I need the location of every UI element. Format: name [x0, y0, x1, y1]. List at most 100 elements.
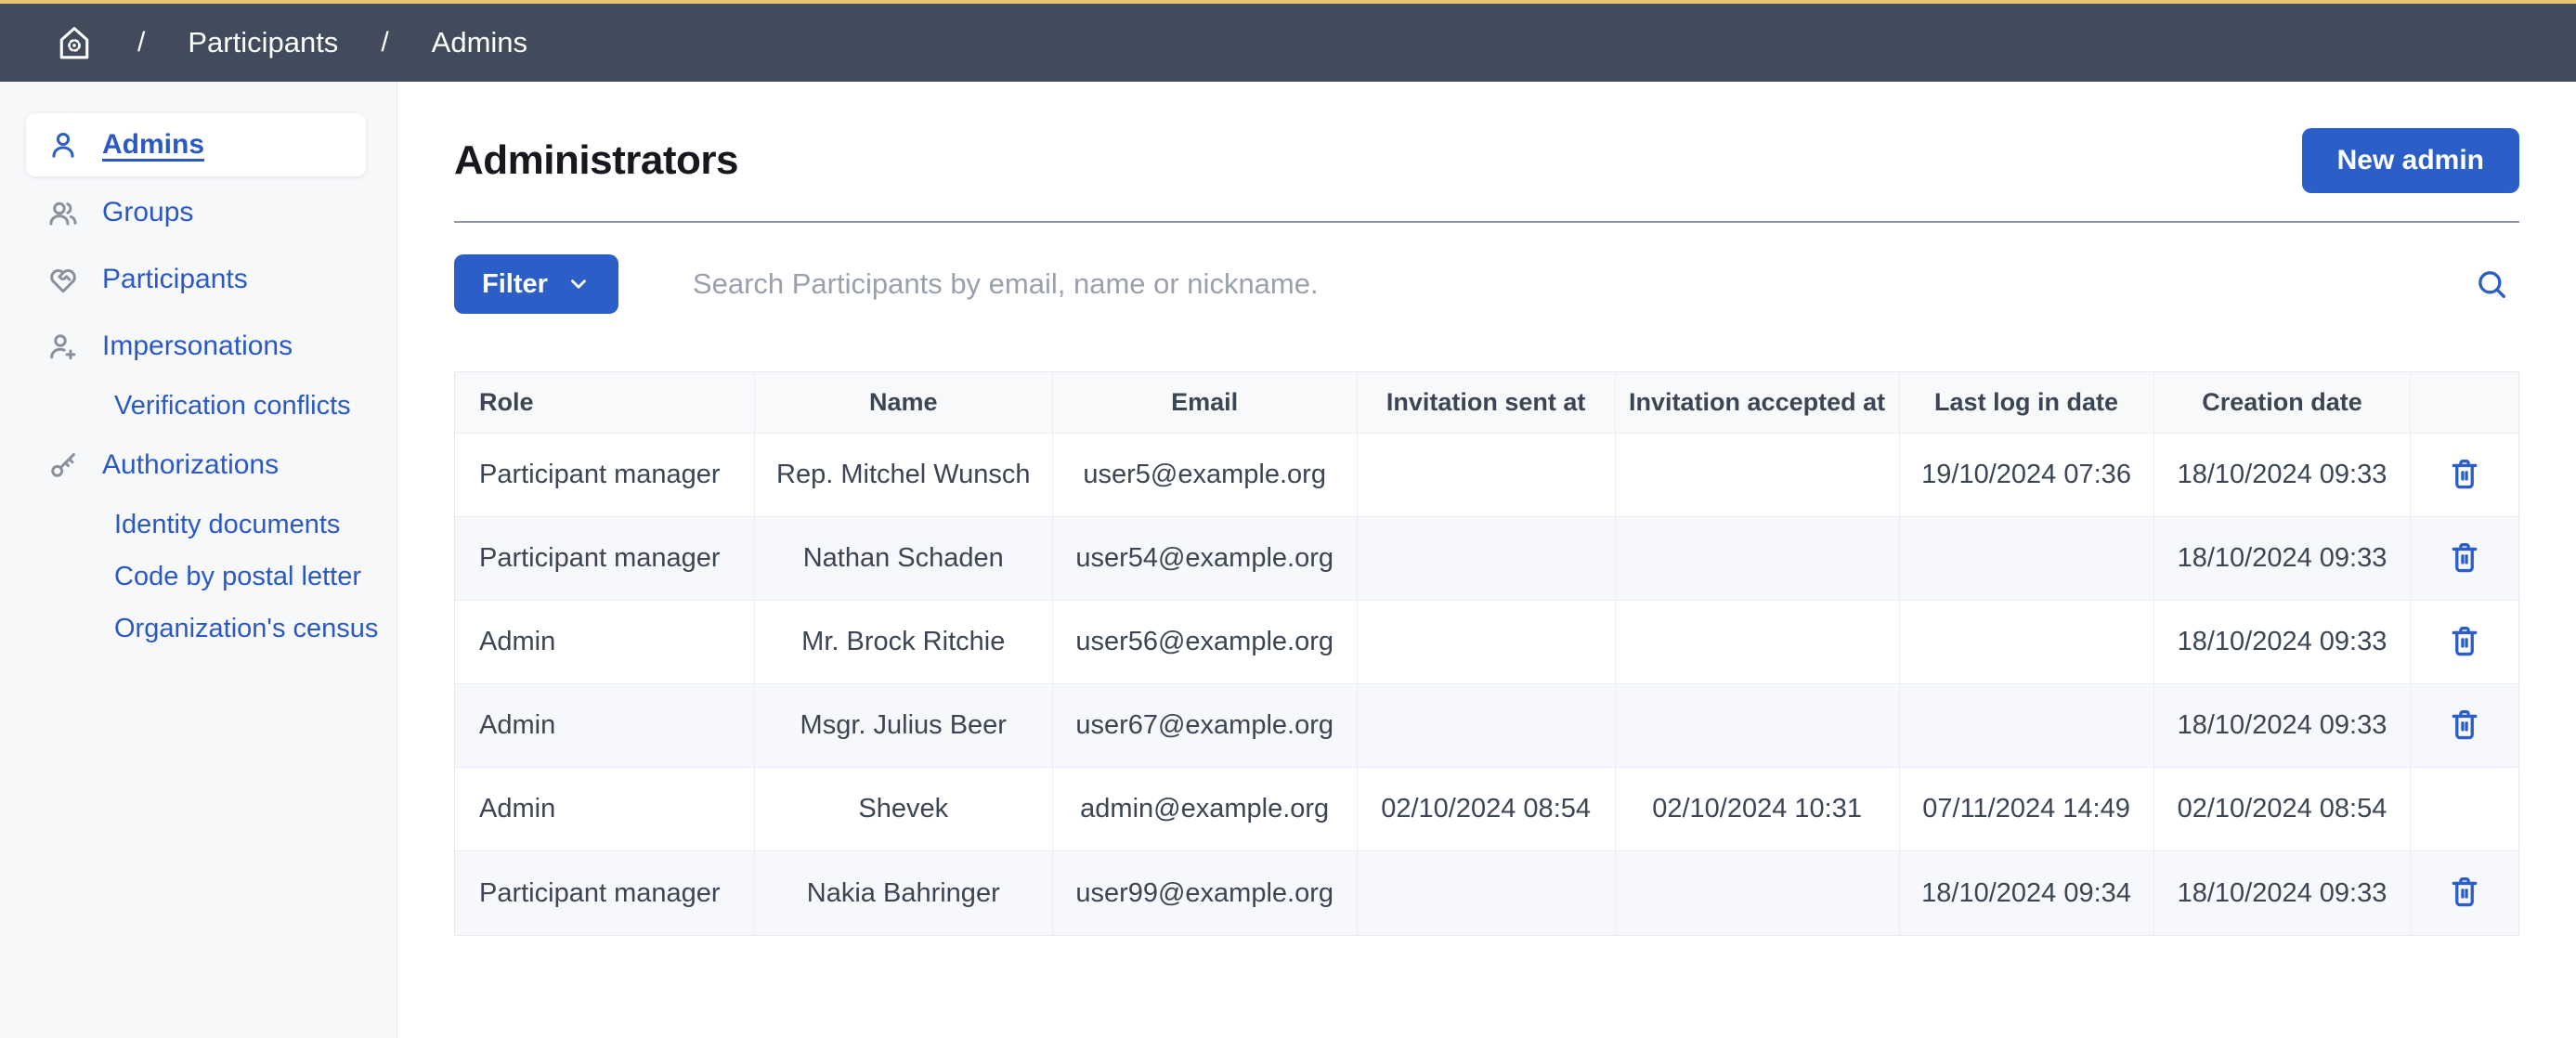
sidebar-item-label: Groups: [102, 197, 193, 228]
cell-invitation-sent-at: [1358, 517, 1616, 601]
sidebar-item-impersonations[interactable]: Impersonations: [0, 313, 397, 380]
key-icon: [46, 448, 80, 482]
header-actions: [2411, 372, 2518, 434]
sidebar-item-label: Admins: [102, 129, 204, 161]
sidebar-item-admins[interactable]: Admins: [26, 113, 366, 176]
sidebar-item-participants[interactable]: Participants: [0, 246, 397, 313]
heart-handshake-icon: [46, 263, 80, 296]
cell-actions: [2411, 601, 2518, 684]
sidebar-item-label: Authorizations: [102, 449, 279, 481]
cell-last-log-in-date: [1900, 601, 2154, 684]
trash-icon: [2447, 707, 2482, 742]
admins-table-body: Participant manager Rep. Mitchel Wunsch …: [455, 434, 2518, 935]
delete-admin-button[interactable]: [2443, 703, 2486, 746]
table-row: Admin Mr. Brock Ritchie user56@example.o…: [455, 601, 2518, 684]
cell-creation-date: 02/10/2024 08:54: [2154, 768, 2412, 851]
sidebar-item-verification-conflicts[interactable]: Verification conflicts: [0, 380, 397, 432]
sidebar-item-organizations-census[interactable]: Organization's census: [0, 603, 397, 655]
cell-last-log-in-date: 18/10/2024 09:34: [1900, 851, 2154, 935]
table-row: Admin Shevek admin@example.org 02/10/202…: [455, 768, 2518, 851]
title-row: Administrators New admin: [454, 128, 2519, 193]
filter-button[interactable]: Filter: [454, 254, 618, 314]
sidebar-item-label: Participants: [102, 264, 248, 295]
header-name: Name: [755, 372, 1053, 434]
trash-icon: [2447, 623, 2482, 658]
main-content: Administrators New admin Filter: [397, 82, 2576, 1038]
title-divider: [454, 221, 2519, 223]
cell-actions: [2411, 684, 2518, 768]
home-icon: [54, 22, 95, 63]
delete-admin-button[interactable]: [2443, 452, 2486, 495]
sidebar-item-label: Impersonations: [102, 331, 293, 362]
cell-last-log-in-date: [1900, 684, 2154, 768]
cell-invitation-accepted-at: 02/10/2024 10:31: [1616, 768, 1900, 851]
user-plus-icon: [46, 330, 80, 363]
cell-email: user67@example.org: [1053, 684, 1358, 768]
table-header-row: Role Name Email Invitation sent at Invit…: [455, 372, 2518, 434]
table-row: Participant manager Nakia Bahringer user…: [455, 851, 2518, 935]
cell-name: Nakia Bahringer: [755, 851, 1053, 935]
cell-email: user5@example.org: [1053, 434, 1358, 517]
cell-invitation-sent-at: [1358, 684, 1616, 768]
new-admin-button[interactable]: New admin: [2302, 128, 2519, 193]
sidebar: Admins Groups Participants: [0, 82, 397, 1038]
cell-name: Rep. Mitchel Wunsch: [755, 434, 1053, 517]
cell-role: Admin: [455, 684, 755, 768]
cell-creation-date: 18/10/2024 09:33: [2154, 434, 2412, 517]
search-button[interactable]: [2473, 266, 2510, 303]
trash-icon: [2447, 456, 2482, 491]
filter-row: Filter: [454, 254, 2519, 314]
sidebar-item-code-by-postal-letter[interactable]: Code by postal letter: [0, 551, 397, 603]
breadcrumb-home-link[interactable]: [54, 22, 95, 63]
filter-button-label: Filter: [482, 269, 548, 300]
header-invitation-accepted-at: Invitation accepted at: [1616, 372, 1900, 434]
cell-actions: [2411, 768, 2518, 851]
page-title: Administrators: [454, 137, 738, 184]
cell-invitation-sent-at: [1358, 601, 1616, 684]
users-icon: [46, 196, 80, 229]
table-row: Participant manager Rep. Mitchel Wunsch …: [455, 434, 2518, 517]
cell-invitation-accepted-at: [1616, 517, 1900, 601]
header-role: Role: [455, 372, 755, 434]
cell-email: user99@example.org: [1053, 851, 1358, 935]
page-layout: Admins Groups Participants: [0, 82, 2576, 1038]
trash-icon: [2447, 539, 2482, 575]
table-row: Participant manager Nathan Schaden user5…: [455, 517, 2518, 601]
cell-last-log-in-date: 07/11/2024 14:49: [1900, 768, 2154, 851]
sidebar-item-label: Verification conflicts: [114, 391, 351, 422]
cell-role: Participant manager: [455, 517, 755, 601]
cell-role: Participant manager: [455, 434, 755, 517]
delete-admin-button[interactable]: [2443, 870, 2486, 913]
header-email: Email: [1053, 372, 1358, 434]
table-row: Admin Msgr. Julius Beer user67@example.o…: [455, 684, 2518, 768]
sidebar-item-identity-documents[interactable]: Identity documents: [0, 499, 397, 551]
cell-invitation-accepted-at: [1616, 434, 1900, 517]
sidebar-item-label: Code by postal letter: [114, 562, 361, 592]
sidebar-item-label: Organization's census: [114, 614, 378, 644]
sidebar-item-authorizations[interactable]: Authorizations: [0, 432, 397, 499]
cell-invitation-accepted-at: [1616, 851, 1900, 935]
sidebar-item-groups[interactable]: Groups: [0, 179, 397, 246]
delete-admin-button[interactable]: [2443, 536, 2486, 578]
cell-email: admin@example.org: [1053, 768, 1358, 851]
cell-invitation-accepted-at: [1616, 684, 1900, 768]
cell-invitation-accepted-at: [1616, 601, 1900, 684]
admins-table: Role Name Email Invitation sent at Invit…: [454, 371, 2519, 936]
search-icon: [2473, 266, 2510, 303]
chevron-down-icon: [566, 272, 591, 296]
cell-role: Participant manager: [455, 851, 755, 935]
search-input[interactable]: [691, 266, 2473, 302]
cell-name: Shevek: [755, 768, 1053, 851]
cell-invitation-sent-at: 02/10/2024 08:54: [1358, 768, 1616, 851]
cell-invitation-sent-at: [1358, 434, 1616, 517]
user-icon: [46, 128, 80, 162]
breadcrumb-item-admins[interactable]: Admins: [432, 26, 527, 59]
delete-admin-button[interactable]: [2443, 619, 2486, 662]
breadcrumb-separator: /: [137, 27, 145, 58]
cell-creation-date: 18/10/2024 09:33: [2154, 684, 2412, 768]
cell-invitation-sent-at: [1358, 851, 1616, 935]
cell-last-log-in-date: [1900, 517, 2154, 601]
cell-name: Msgr. Julius Beer: [755, 684, 1053, 768]
breadcrumb-item-participants[interactable]: Participants: [188, 26, 338, 59]
sidebar-item-label: Identity documents: [114, 510, 340, 540]
